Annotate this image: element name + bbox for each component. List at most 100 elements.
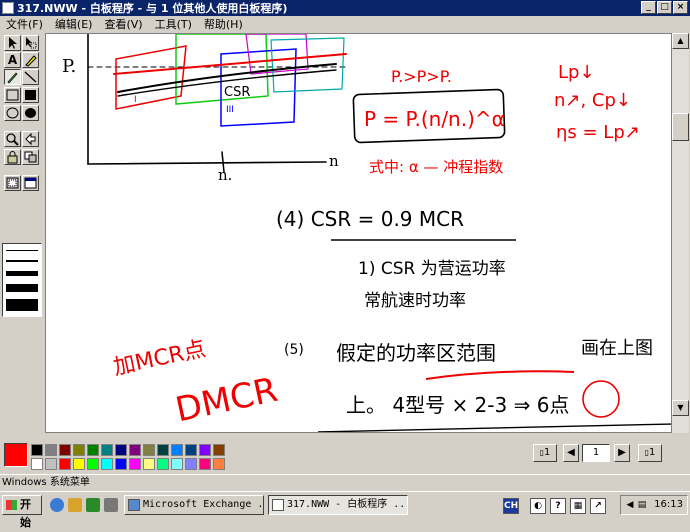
color-swatch[interactable]: [45, 458, 57, 470]
formula-note: 式中: α — 冲程指数: [369, 158, 503, 176]
color-swatch[interactable]: [31, 444, 43, 456]
svg-text:I: I: [134, 95, 137, 105]
menu-help[interactable]: 帮助(H): [198, 16, 249, 32]
menu-edit[interactable]: 编辑(E): [49, 16, 99, 32]
color-swatch[interactable]: [101, 444, 113, 456]
lock-icon[interactable]: [4, 149, 21, 165]
tray-arrow-icon[interactable]: ↗: [590, 498, 606, 514]
scroll-thumb[interactable]: [672, 113, 689, 141]
pen-icon[interactable]: [4, 69, 21, 85]
left-red-note-1: 加MCR点: [111, 337, 208, 381]
remote-pointer-icon[interactable]: [22, 131, 39, 147]
menu-file[interactable]: 文件(F): [0, 16, 49, 32]
select-arrow-icon[interactable]: [4, 35, 21, 51]
right-note-1: Lp↓: [558, 62, 595, 83]
item5-line-a: 假定的功率区范围: [336, 341, 496, 365]
color-swatch[interactable]: [213, 458, 225, 470]
color-swatch[interactable]: [143, 444, 155, 456]
task-exchange[interactable]: Microsoft Exchange ...: [124, 495, 264, 515]
close-button[interactable]: ×: [673, 1, 688, 14]
menu-bar: 文件(F) 编辑(E) 查看(V) 工具(T) 帮助(H): [0, 16, 690, 32]
color-swatch[interactable]: [59, 458, 71, 470]
current-color-swatch: [4, 443, 28, 467]
line-width-2[interactable]: [6, 260, 38, 262]
color-swatch[interactable]: [129, 458, 141, 470]
first-page-button[interactable]: ▯1: [533, 444, 557, 462]
color-swatch[interactable]: [73, 458, 85, 470]
zoom-icon[interactable]: [4, 131, 21, 147]
color-swatch[interactable]: [143, 458, 155, 470]
color-swatch[interactable]: [213, 444, 225, 456]
unfilled-rect-icon[interactable]: [4, 87, 21, 103]
maximize-button[interactable]: □: [657, 1, 672, 14]
filled-ellipse-icon[interactable]: [22, 105, 39, 121]
ie-icon[interactable]: [50, 498, 64, 512]
prev-page-button[interactable]: ◀: [563, 444, 579, 462]
color-swatch[interactable]: [199, 444, 211, 456]
right-note-3: ηs = Lp↗: [556, 122, 640, 143]
help-icon[interactable]: ?: [550, 498, 566, 514]
color-swatch[interactable]: [101, 458, 113, 470]
line-width-4[interactable]: [6, 284, 38, 292]
color-swatch[interactable]: [87, 444, 99, 456]
unfilled-ellipse-icon[interactable]: [4, 105, 21, 121]
windows-logo-icon: [6, 500, 17, 510]
window-controls: _ □ ×: [640, 1, 688, 14]
ime-icon[interactable]: ◐: [530, 498, 546, 514]
color-swatch[interactable]: [45, 444, 57, 456]
line-width-1[interactable]: [6, 250, 38, 251]
select-window-icon[interactable]: [22, 175, 39, 191]
start-button[interactable]: 开始: [2, 495, 42, 529]
color-swatch[interactable]: [87, 458, 99, 470]
line-width-5[interactable]: [6, 299, 38, 311]
text-tool-icon[interactable]: A: [4, 52, 21, 68]
vertical-scrollbar[interactable]: ▲ ▼: [672, 33, 689, 433]
color-swatch[interactable]: [171, 458, 183, 470]
menu-view[interactable]: 查看(V): [98, 16, 148, 32]
color-swatch[interactable]: [199, 458, 211, 470]
select-area-icon[interactable]: [4, 175, 21, 191]
n0-label: n.: [218, 166, 232, 184]
scroll-down-icon[interactable]: ▼: [672, 400, 689, 416]
network-icon[interactable]: ▤: [635, 498, 649, 512]
csr-note-2: 常航速时功率: [364, 291, 466, 311]
menu-tools[interactable]: 工具(T): [149, 16, 198, 32]
next-page-button[interactable]: ▶: [614, 444, 630, 462]
formula-text: P = P.(n/n.)^α: [364, 107, 505, 131]
color-swatch[interactable]: [185, 458, 197, 470]
filled-rect-icon[interactable]: [22, 87, 39, 103]
line-tool-icon[interactable]: [22, 69, 39, 85]
color-swatch[interactable]: [157, 444, 169, 456]
graph-sketch: CSR III I: [87, 34, 347, 173]
highlighter-icon[interactable]: [22, 52, 39, 68]
last-page-button[interactable]: ▯1: [638, 444, 662, 462]
line-width-3[interactable]: [6, 271, 38, 276]
item5-number: (5): [284, 342, 304, 358]
desktop-icon[interactable]: [86, 498, 100, 512]
outlook-icon[interactable]: [68, 498, 82, 512]
color-swatch[interactable]: [157, 458, 169, 470]
color-swatch[interactable]: [129, 444, 141, 456]
page-number-input[interactable]: 1: [582, 444, 610, 462]
color-swatch[interactable]: [31, 458, 43, 470]
n-axis-label: n: [329, 152, 339, 170]
color-swatch[interactable]: [59, 444, 71, 456]
whiteboard-canvas[interactable]: CSR III I P. n. n P.>P>P. P = P.(n/n.)^α…: [45, 33, 672, 433]
scroll-up-icon[interactable]: ▲: [672, 33, 689, 49]
color-swatch[interactable]: [115, 458, 127, 470]
item5-line-b: 画在上图: [581, 338, 653, 359]
color-swatch[interactable]: [185, 444, 197, 456]
item5-line-c: 上。 4型号 × 2-3 ⇒ 6点: [346, 393, 569, 417]
language-indicator[interactable]: CH: [503, 498, 519, 514]
whiteboard-app-icon[interactable]: [2, 2, 14, 14]
status-bar: Windows 系统菜单: [0, 474, 690, 490]
minimize-button[interactable]: _: [641, 1, 656, 14]
color-swatch[interactable]: [171, 444, 183, 456]
keyboard-icon[interactable]: ▦: [570, 498, 586, 514]
task-whiteboard[interactable]: 317.NWW - 白板程序 ...: [268, 495, 408, 515]
quicklaunch-icon[interactable]: [104, 498, 118, 512]
color-swatch[interactable]: [115, 444, 127, 456]
zoom-select-icon[interactable]: [22, 35, 39, 51]
color-swatch[interactable]: [73, 444, 85, 456]
sync-icon[interactable]: [22, 149, 39, 165]
